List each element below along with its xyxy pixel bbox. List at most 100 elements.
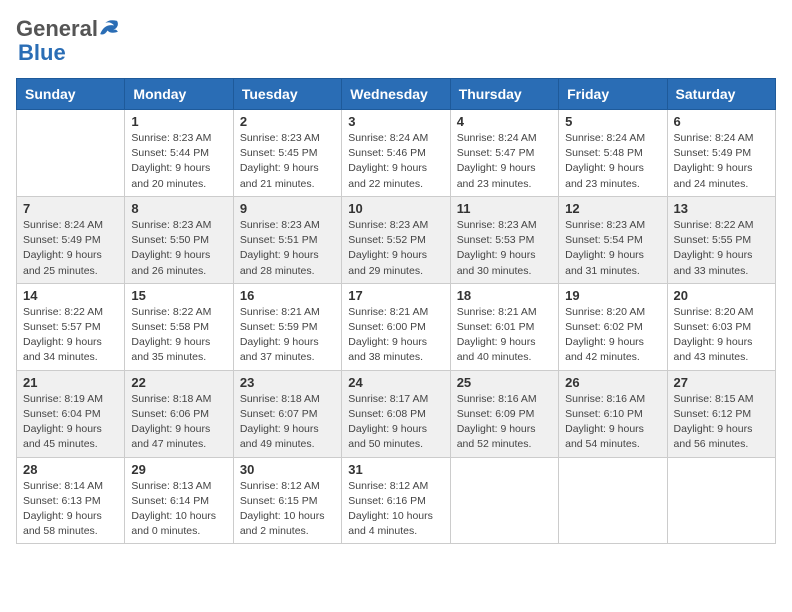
day-number: 5 — [565, 114, 660, 129]
day-info: Sunrise: 8:12 AM Sunset: 6:16 PM Dayligh… — [348, 479, 443, 540]
day-number: 10 — [348, 201, 443, 216]
day-header-sunday: Sunday — [17, 79, 125, 110]
calendar-cell: 19 Sunrise: 8:20 AM Sunset: 6:02 PM Dayli… — [559, 283, 667, 370]
day-info: Sunrise: 8:24 AM Sunset: 5:46 PM Dayligh… — [348, 131, 443, 192]
day-info: Sunrise: 8:18 AM Sunset: 6:06 PM Dayligh… — [131, 392, 226, 453]
day-info: Sunrise: 8:24 AM Sunset: 5:48 PM Dayligh… — [565, 131, 660, 192]
calendar-cell: 9 Sunrise: 8:23 AM Sunset: 5:51 PM Daylig… — [233, 196, 341, 283]
calendar-cell: 29 Sunrise: 8:13 AM Sunset: 6:14 PM Dayli… — [125, 457, 233, 544]
day-number: 12 — [565, 201, 660, 216]
day-info: Sunrise: 8:22 AM Sunset: 5:58 PM Dayligh… — [131, 305, 226, 366]
calendar-cell: 1 Sunrise: 8:23 AM Sunset: 5:44 PM Daylig… — [125, 110, 233, 197]
calendar-cell: 3 Sunrise: 8:24 AM Sunset: 5:46 PM Daylig… — [342, 110, 450, 197]
day-number: 26 — [565, 375, 660, 390]
calendar-cell: 23 Sunrise: 8:18 AM Sunset: 6:07 PM Dayli… — [233, 370, 341, 457]
day-number: 27 — [674, 375, 769, 390]
day-info: Sunrise: 8:16 AM Sunset: 6:10 PM Dayligh… — [565, 392, 660, 453]
day-info: Sunrise: 8:19 AM Sunset: 6:04 PM Dayligh… — [23, 392, 118, 453]
day-info: Sunrise: 8:14 AM Sunset: 6:13 PM Dayligh… — [23, 479, 118, 540]
calendar-cell: 11 Sunrise: 8:23 AM Sunset: 5:53 PM Dayli… — [450, 196, 558, 283]
day-info: Sunrise: 8:24 AM Sunset: 5:49 PM Dayligh… — [674, 131, 769, 192]
calendar-cell: 24 Sunrise: 8:17 AM Sunset: 6:08 PM Dayli… — [342, 370, 450, 457]
calendar-cell: 8Sunrise: 8:23 AM Sunset: 5:50 PM Daylig… — [125, 196, 233, 283]
day-number: 29 — [131, 462, 226, 477]
calendar-cell: 12 Sunrise: 8:23 AM Sunset: 5:54 PM Dayli… — [559, 196, 667, 283]
day-number: 11 — [457, 201, 552, 216]
day-number: 19 — [565, 288, 660, 303]
day-number: 28 — [23, 462, 118, 477]
day-number: 3 — [348, 114, 443, 129]
page-header: GeneralBlue — [16, 16, 776, 66]
calendar-cell: 25 Sunrise: 8:16 AM Sunset: 6:09 PM Dayli… — [450, 370, 558, 457]
day-info: Sunrise: 8:12 AM Sunset: 6:15 PM Dayligh… — [240, 479, 335, 540]
day-header-saturday: Saturday — [667, 79, 775, 110]
day-number: 21 — [23, 375, 118, 390]
logo-general: General — [16, 16, 98, 42]
calendar-cell: 16 Sunrise: 8:21 AM Sunset: 5:59 PM Dayli… — [233, 283, 341, 370]
day-header-wednesday: Wednesday — [342, 79, 450, 110]
day-info: Sunrise: 8:15 AM Sunset: 6:12 PM Dayligh… — [674, 392, 769, 453]
day-header-thursday: Thursday — [450, 79, 558, 110]
calendar-cell: 17 Sunrise: 8:21 AM Sunset: 6:00 PM Dayli… — [342, 283, 450, 370]
calendar-cell: 21 Sunrise: 8:19 AM Sunset: 6:04 PM Dayli… — [17, 370, 125, 457]
day-number: 7 — [23, 201, 118, 216]
day-number: 23 — [240, 375, 335, 390]
calendar-cell: 15 Sunrise: 8:22 AM Sunset: 5:58 PM Dayli… — [125, 283, 233, 370]
calendar-header-row: SundayMondayTuesdayWednesdayThursdayFrid… — [17, 79, 776, 110]
day-info: Sunrise: 8:23 AM Sunset: 5:44 PM Dayligh… — [131, 131, 226, 192]
calendar-cell: 18 Sunrise: 8:21 AM Sunset: 6:01 PM Dayli… — [450, 283, 558, 370]
day-number: 18 — [457, 288, 552, 303]
day-info: Sunrise: 8:23 AM Sunset: 5:45 PM Dayligh… — [240, 131, 335, 192]
day-number: 15 — [131, 288, 226, 303]
day-info: Sunrise: 8:16 AM Sunset: 6:09 PM Dayligh… — [457, 392, 552, 453]
day-number: 16 — [240, 288, 335, 303]
day-number: 13 — [674, 201, 769, 216]
day-number: 24 — [348, 375, 443, 390]
calendar-cell: 31 Sunrise: 8:12 AM Sunset: 6:16 PM Dayli… — [342, 457, 450, 544]
day-number: 8 — [131, 201, 226, 216]
day-info: Sunrise: 8:21 AM Sunset: 6:00 PM Dayligh… — [348, 305, 443, 366]
day-info: Sunrise: 8:21 AM Sunset: 5:59 PM Dayligh… — [240, 305, 335, 366]
day-info: Sunrise: 8:21 AM Sunset: 6:01 PM Dayligh… — [457, 305, 552, 366]
day-info: Sunrise: 8:18 AM Sunset: 6:07 PM Dayligh… — [240, 392, 335, 453]
day-info: Sunrise: 8:17 AM Sunset: 6:08 PM Dayligh… — [348, 392, 443, 453]
day-number: 2 — [240, 114, 335, 129]
calendar-cell: 7 Sunrise: 8:24 AM Sunset: 5:49 PM Daylig… — [17, 196, 125, 283]
day-info: Sunrise: 8:23 AM Sunset: 5:53 PM Dayligh… — [457, 218, 552, 279]
day-number: 25 — [457, 375, 552, 390]
calendar-table: SundayMondayTuesdayWednesdayThursdayFrid… — [16, 78, 776, 544]
calendar-cell — [667, 457, 775, 544]
day-number: 6 — [674, 114, 769, 129]
day-info: Sunrise: 8:24 AM Sunset: 5:49 PM Dayligh… — [23, 218, 118, 279]
calendar-cell — [559, 457, 667, 544]
day-header-friday: Friday — [559, 79, 667, 110]
day-info: Sunrise: 8:22 AM Sunset: 5:57 PM Dayligh… — [23, 305, 118, 366]
calendar-cell: 30 Sunrise: 8:12 AM Sunset: 6:15 PM Dayli… — [233, 457, 341, 544]
day-info: Sunrise: 8:20 AM Sunset: 6:02 PM Dayligh… — [565, 305, 660, 366]
calendar-cell — [17, 110, 125, 197]
day-number: 9 — [240, 201, 335, 216]
day-header-monday: Monday — [125, 79, 233, 110]
calendar-cell: 2 Sunrise: 8:23 AM Sunset: 5:45 PM Daylig… — [233, 110, 341, 197]
calendar-cell: 26 Sunrise: 8:16 AM Sunset: 6:10 PM Dayli… — [559, 370, 667, 457]
calendar-cell: 28 Sunrise: 8:14 AM Sunset: 6:13 PM Dayli… — [17, 457, 125, 544]
day-info: Sunrise: 8:13 AM Sunset: 6:14 PM Dayligh… — [131, 479, 226, 540]
day-number: 1 — [131, 114, 226, 129]
logo: GeneralBlue — [16, 16, 120, 66]
calendar-cell: 22Sunrise: 8:18 AM Sunset: 6:06 PM Dayli… — [125, 370, 233, 457]
calendar-cell: 27 Sunrise: 8:15 AM Sunset: 6:12 PM Dayli… — [667, 370, 775, 457]
day-number: 30 — [240, 462, 335, 477]
day-number: 31 — [348, 462, 443, 477]
calendar-cell: 6 Sunrise: 8:24 AM Sunset: 5:49 PM Daylig… — [667, 110, 775, 197]
bird-icon — [98, 18, 120, 40]
day-info: Sunrise: 8:23 AM Sunset: 5:51 PM Dayligh… — [240, 218, 335, 279]
day-number: 14 — [23, 288, 118, 303]
day-info: Sunrise: 8:23 AM Sunset: 5:54 PM Dayligh… — [565, 218, 660, 279]
calendar-cell: 5 Sunrise: 8:24 AM Sunset: 5:48 PM Daylig… — [559, 110, 667, 197]
day-info: Sunrise: 8:20 AM Sunset: 6:03 PM Dayligh… — [674, 305, 769, 366]
calendar-cell: 10Sunrise: 8:23 AM Sunset: 5:52 PM Dayli… — [342, 196, 450, 283]
day-number: 17 — [348, 288, 443, 303]
logo-blue-text: Blue — [18, 40, 66, 66]
calendar-cell: 13Sunrise: 8:22 AM Sunset: 5:55 PM Dayli… — [667, 196, 775, 283]
calendar-cell: 14 Sunrise: 8:22 AM Sunset: 5:57 PM Dayli… — [17, 283, 125, 370]
